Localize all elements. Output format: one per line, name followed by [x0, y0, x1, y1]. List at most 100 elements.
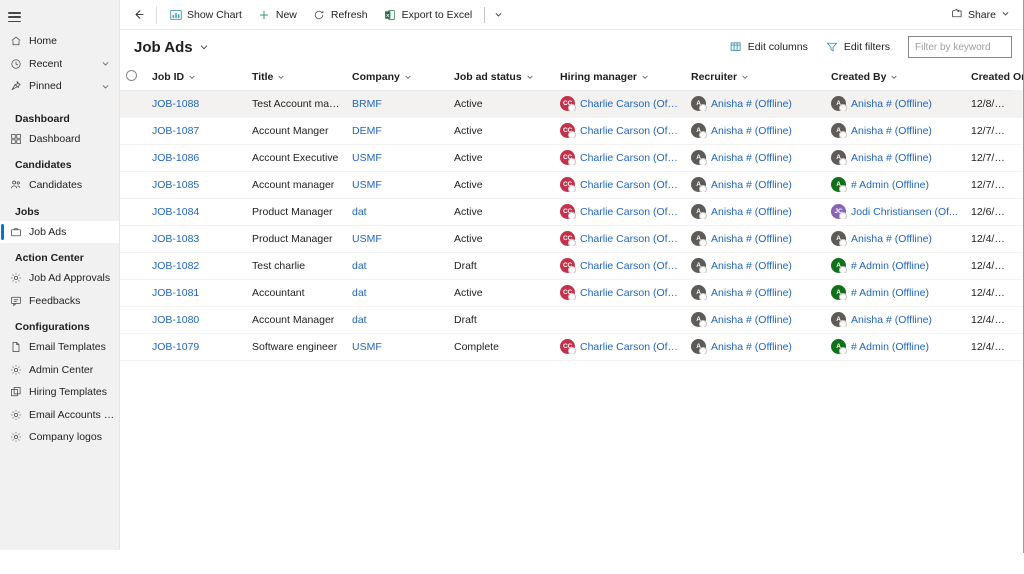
share-button[interactable]: Share [943, 1, 1018, 29]
export-to-excel-button[interactable]: X Export to Excel [376, 1, 481, 29]
view-selector[interactable]: Job Ads [134, 39, 209, 56]
row-checkbox[interactable] [126, 97, 137, 108]
job-id-link[interactable]: JOB-1083 [152, 233, 199, 245]
recruiter-name[interactable]: Anisha # (Offline) [711, 98, 792, 110]
row-select-cell[interactable] [120, 333, 146, 361]
row-checkbox[interactable] [126, 313, 137, 324]
created-by-name[interactable]: Anisha # (Offline) [851, 233, 932, 245]
job-id-link[interactable]: JOB-1087 [152, 125, 199, 137]
company-link[interactable]: USMF [352, 152, 382, 164]
created-by-name[interactable]: Anisha # (Offline) [851, 98, 932, 110]
row-checkbox[interactable] [126, 286, 137, 297]
hiring-manager-name[interactable]: Charlie Carson (Offline) [580, 287, 679, 299]
job-id-link[interactable]: JOB-1088 [152, 98, 199, 110]
row-checkbox[interactable] [126, 340, 137, 351]
row-select-cell[interactable] [120, 144, 146, 172]
chevron-down-icon[interactable] [101, 59, 110, 68]
column-header-created-by[interactable]: Created By [825, 64, 965, 91]
recruiter-name[interactable]: Anisha # (Offline) [711, 206, 792, 218]
company-link[interactable]: USMF [352, 233, 382, 245]
company-link[interactable]: BRMF [352, 98, 382, 110]
hiring-manager-name[interactable]: Charlie Carson (Offline) [580, 98, 679, 110]
show-chart-button[interactable]: Show Chart [161, 1, 250, 29]
company-link[interactable]: dat [352, 206, 367, 218]
table-row[interactable]: JOB-1080 Account Manager dat Draft A Anisha #… [120, 306, 1024, 334]
column-header-job-id[interactable]: Job ID [146, 64, 246, 91]
hamburger-menu-icon[interactable] [8, 12, 21, 22]
row-select-cell[interactable] [120, 171, 146, 199]
created-by-name[interactable]: Anisha # (Offline) [851, 314, 932, 326]
chevron-down-icon[interactable] [526, 73, 534, 81]
job-id-link[interactable]: JOB-1081 [152, 287, 199, 299]
recruiter-name[interactable]: Anisha # (Offline) [711, 125, 792, 137]
created-by-name[interactable]: Anisha # (Offline) [851, 152, 932, 164]
edit-filters-button[interactable]: Edit filters [818, 34, 898, 60]
created-by-name[interactable]: Anisha # (Offline) [851, 125, 932, 137]
new-button[interactable]: New [250, 1, 305, 29]
sidebar-item-candidates[interactable]: Candidates [0, 174, 119, 197]
table-row[interactable]: JOB-1081 Accountant dat Active CC Charlie Car… [120, 279, 1024, 307]
created-by-name[interactable]: # Admin (Offline) [851, 179, 929, 191]
row-checkbox[interactable] [126, 205, 137, 216]
column-header-job-ad-status[interactable]: Job ad status [448, 64, 554, 91]
hiring-manager-name[interactable]: Charlie Carson (Offline) [580, 341, 679, 353]
table-row[interactable]: JOB-1087 Account Manger DEMF Active CC Charli… [120, 117, 1024, 145]
created-by-name[interactable]: # Admin (Offline) [851, 287, 929, 299]
column-header-created-on[interactable]: Created On↓ [965, 64, 1024, 91]
sidebar-item-company-logos[interactable]: Company logos [0, 426, 119, 449]
search-input[interactable] [915, 41, 1005, 53]
company-link[interactable]: dat [352, 260, 367, 272]
job-id-link[interactable]: JOB-1085 [152, 179, 199, 191]
created-by-name[interactable]: Jodi Christiansen (Of... [851, 206, 958, 218]
job-id-link[interactable]: JOB-1086 [152, 152, 199, 164]
table-row[interactable]: JOB-1085 Account manager USMF Active CC Charl… [120, 171, 1024, 199]
column-header-hiring-manager[interactable]: Hiring manager [554, 64, 685, 91]
sidebar-item-feedbacks[interactable]: Feedbacks [0, 290, 119, 313]
company-link[interactable]: dat [352, 314, 367, 326]
recruiter-name[interactable]: Anisha # (Offline) [711, 314, 792, 326]
job-id-link[interactable]: JOB-1084 [152, 206, 199, 218]
sidebar-item-hiring-templates[interactable]: Hiring Templates [0, 381, 119, 404]
back-arrow-icon[interactable] [124, 1, 152, 29]
sidebar-item-recent[interactable]: Recent [0, 53, 119, 76]
job-id-link[interactable]: JOB-1079 [152, 341, 199, 353]
row-select-cell[interactable] [120, 306, 146, 334]
hiring-manager-name[interactable]: Charlie Carson (Offline) [580, 152, 679, 164]
chevron-down-icon[interactable] [404, 73, 412, 81]
sidebar-item-pinned[interactable]: Pinned [0, 75, 119, 98]
column-header-company[interactable]: Company [346, 64, 448, 91]
job-id-link[interactable]: JOB-1082 [152, 260, 199, 272]
company-link[interactable]: USMF [352, 179, 382, 191]
recruiter-name[interactable]: Anisha # (Offline) [711, 179, 792, 191]
recruiter-name[interactable]: Anisha # (Offline) [711, 287, 792, 299]
recruiter-name[interactable]: Anisha # (Offline) [711, 152, 792, 164]
hiring-manager-name[interactable]: Charlie Carson (Offline) [580, 206, 679, 218]
job-id-link[interactable]: JOB-1080 [152, 314, 199, 326]
chevron-down-icon[interactable] [487, 1, 509, 29]
table-row[interactable]: JOB-1086 Account Executive USMF Active CC Cha… [120, 144, 1024, 172]
chevron-down-icon[interactable] [277, 73, 285, 81]
recruiter-name[interactable]: Anisha # (Offline) [711, 341, 792, 353]
recruiter-name[interactable]: Anisha # (Offline) [711, 260, 792, 272]
created-by-name[interactable]: # Admin (Offline) [851, 260, 929, 272]
sidebar-item-dashboard[interactable]: Dashboard [0, 128, 119, 151]
row-checkbox[interactable] [126, 232, 137, 243]
sidebar-item-job-ad-approvals[interactable]: Job Ad Approvals [0, 267, 119, 290]
chevron-down-icon[interactable] [641, 73, 649, 81]
table-row[interactable]: JOB-1079 Software engineer USMF Complete CC C… [120, 333, 1024, 361]
table-row[interactable]: JOB-1084 Product Manager dat Active CC Charli… [120, 198, 1024, 226]
chevron-down-icon[interactable] [741, 73, 749, 81]
table-row[interactable]: JOB-1088 Test Account manager BRMF Active CC… [120, 90, 1024, 118]
refresh-button[interactable]: Refresh [305, 1, 376, 29]
sidebar-item-email-templates[interactable]: Email Templates [0, 336, 119, 359]
table-row[interactable]: JOB-1083 Product Manager USMF Active CC Charl… [120, 225, 1024, 253]
edit-columns-button[interactable]: Edit columns [722, 34, 816, 60]
hiring-manager-name[interactable]: Charlie Carson (Offline) [580, 260, 679, 272]
chevron-down-icon[interactable] [188, 73, 196, 81]
sidebar-item-email-accounts-confi[interactable]: Email Accounts Confi... [0, 404, 119, 427]
chevron-down-icon[interactable] [101, 82, 110, 91]
row-checkbox[interactable] [126, 151, 137, 162]
row-select-cell[interactable] [120, 252, 146, 280]
row-select-cell[interactable] [120, 225, 146, 253]
row-select-cell[interactable] [120, 117, 146, 145]
